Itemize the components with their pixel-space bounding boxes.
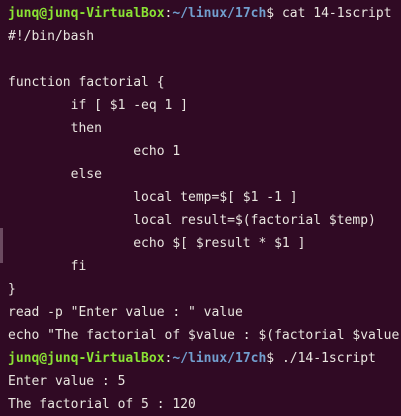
prompt-user-host: junq@junq-VirtualBox (8, 351, 165, 366)
script-line: then (8, 121, 102, 136)
script-line: read -p "Enter value : " value (8, 305, 243, 320)
script-line: } (8, 282, 16, 297)
script-line: echo $[ $result * $1 ] (8, 236, 306, 251)
script-line: function factorial { (8, 75, 165, 90)
prompt-command: ./14-1script (281, 351, 376, 366)
script-line: echo 1 (8, 144, 181, 159)
prompt-symbol: $ (266, 6, 282, 21)
script-line: #!/bin/bash (8, 29, 95, 44)
terminal-window[interactable]: junq@junq-VirtualBox:~/linux/17ch$ cat 1… (0, 0, 401, 413)
script-line: fi (8, 259, 87, 274)
prompt-line: junq@junq-VirtualBox:~/linux/17ch$ ./14-… (8, 347, 401, 370)
script-line: local result=$(factorial $temp) (8, 213, 376, 228)
output-line: Enter value : 5 (8, 374, 126, 389)
script-line: if [ $1 -eq 1 ] (8, 98, 189, 113)
script-line: local temp=$[ $1 -1 ] (8, 190, 298, 205)
prompt-user-host: junq@junq-VirtualBox (8, 6, 165, 21)
prompt-line: junq@junq-VirtualBox:~/linux/17ch$ cat 1… (8, 2, 401, 25)
prompt-command: cat 14-1script (281, 6, 392, 21)
script-line (8, 48, 401, 71)
prompt-path: ~/linux/17ch (172, 6, 267, 21)
prompt-symbol: $ (266, 351, 282, 366)
window-edge-marker (0, 228, 3, 263)
script-line: else (8, 167, 102, 182)
prompt-path: ~/linux/17ch (172, 351, 267, 366)
script-line: echo "The factorial of $value : $(factor… (8, 328, 401, 343)
